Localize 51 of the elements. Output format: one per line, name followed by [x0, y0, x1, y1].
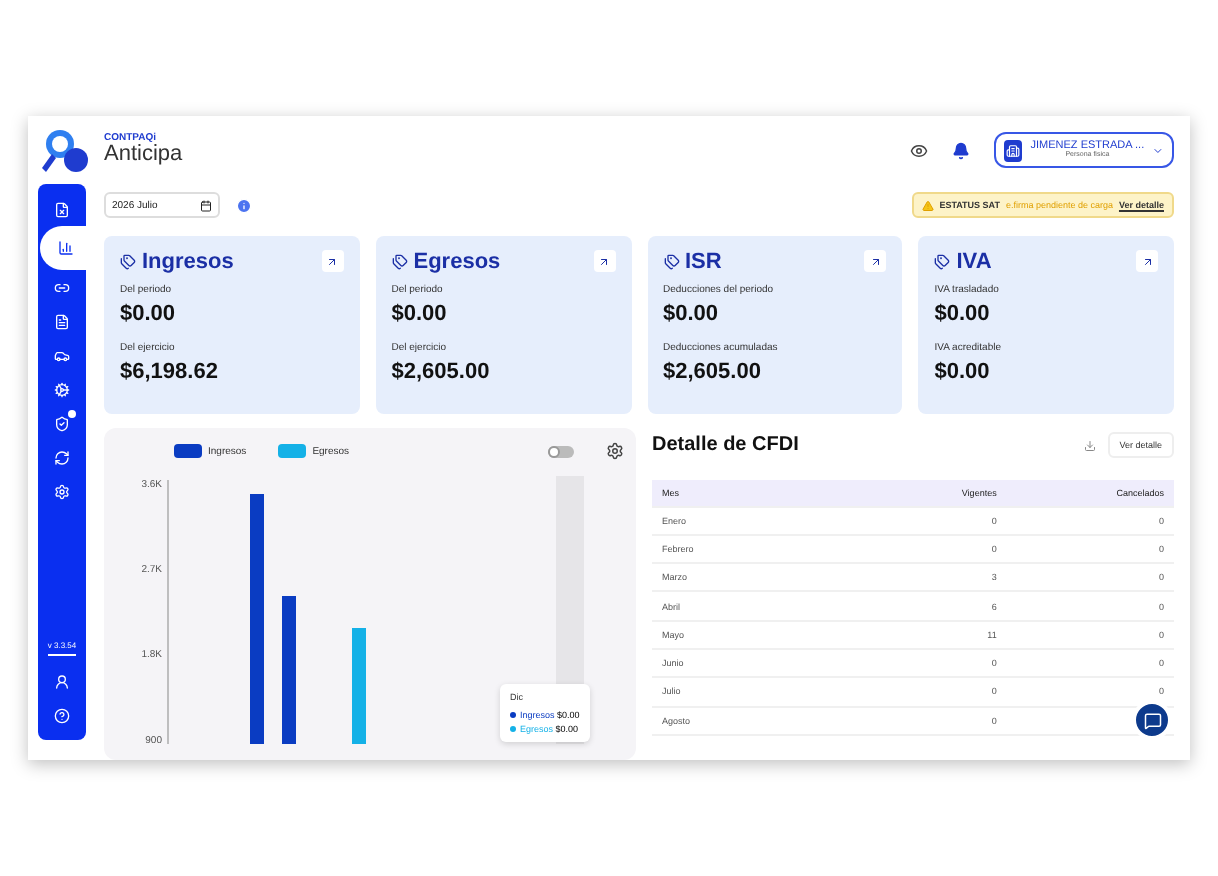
info-icon[interactable] — [236, 197, 252, 214]
cog-icon — [54, 381, 70, 397]
file-x-icon — [54, 201, 70, 217]
chevron-icon — [1152, 143, 1164, 157]
expand-button[interactable] — [864, 250, 887, 273]
card-title: Egresos — [413, 249, 501, 274]
help-icon[interactable] — [54, 707, 70, 723]
card-value: $0.00 — [391, 301, 449, 326]
card-value: $0.00 — [120, 301, 178, 326]
building-icon — [1004, 139, 1023, 161]
tags-icon — [391, 253, 408, 270]
tags-icon — [934, 253, 951, 270]
arrow-icon — [1141, 255, 1153, 268]
sidebar-item[interactable] — [40, 226, 92, 270]
refresh-icon — [54, 449, 70, 465]
toggle-switch[interactable] — [548, 445, 574, 458]
expand-button[interactable] — [321, 250, 344, 273]
brand-name: Anticipa — [104, 144, 183, 166]
bar-chart-icon — [58, 240, 74, 256]
bell-icon[interactable] — [952, 141, 970, 159]
card-title: ISR — [685, 249, 722, 274]
logo-icon — [40, 126, 92, 174]
document-icon — [54, 313, 70, 329]
car-icon — [54, 347, 70, 363]
chat-icon — [1143, 711, 1161, 729]
calendar-icon — [200, 199, 212, 212]
card-title: Ingresos — [142, 249, 234, 274]
user-icon[interactable] — [54, 673, 70, 689]
shield-check-icon — [54, 415, 70, 431]
arrow-icon — [598, 255, 610, 268]
card-value: $2,605.00 — [391, 359, 492, 384]
tags-icon — [120, 253, 136, 270]
expand-button[interactable] — [593, 250, 615, 273]
settings-icon[interactable] — [606, 442, 624, 461]
card-value: $6,198.62 — [120, 359, 220, 384]
expand-button[interactable] — [1136, 250, 1158, 273]
settings-icon — [54, 483, 70, 499]
card-value: $0.00 — [663, 301, 721, 326]
arrow-icon — [869, 255, 882, 268]
table-title: Detalle de CFDI — [652, 434, 799, 457]
download-icon[interactable] — [1083, 439, 1096, 452]
tags-icon — [663, 253, 679, 270]
card-value: $0.00 — [934, 359, 992, 384]
card-title: IVA — [956, 249, 992, 274]
bar — [352, 627, 366, 744]
card-value: $2,605.00 — [663, 359, 763, 384]
arrow-icon — [326, 255, 339, 268]
warning-icon — [921, 199, 934, 212]
eye-icon[interactable] — [910, 141, 928, 159]
link-icon — [54, 279, 70, 295]
card-value: $0.00 — [934, 301, 992, 326]
